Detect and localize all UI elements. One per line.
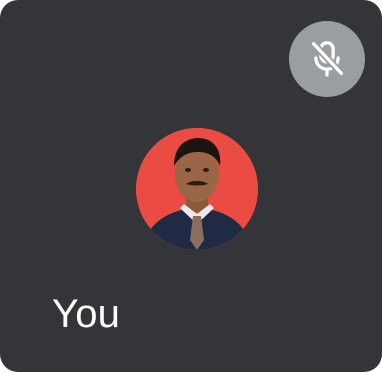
mic-off-icon <box>304 36 350 82</box>
mic-muted-indicator <box>289 21 365 97</box>
avatar-photo <box>136 128 258 250</box>
participant-name: You <box>52 292 121 336</box>
avatar <box>136 128 258 250</box>
participant-tile[interactable]: You <box>0 0 382 372</box>
